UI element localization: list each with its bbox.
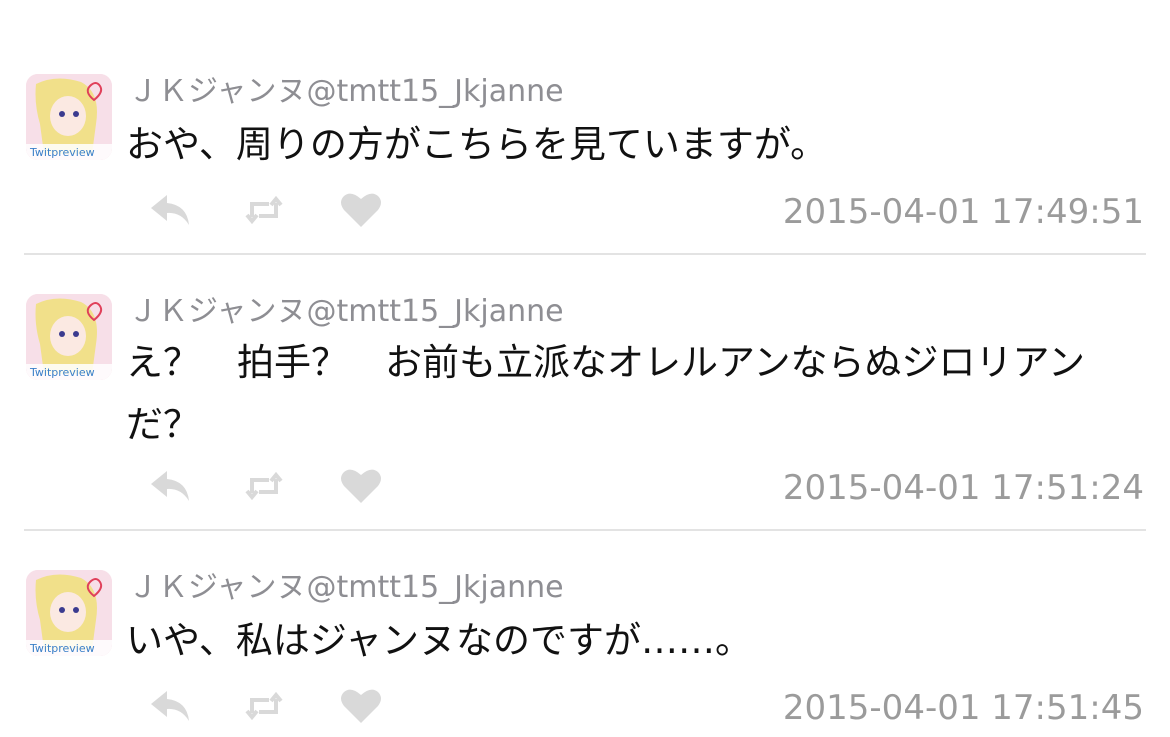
- tweet-author[interactable]: ＪＫジャンヌ@tmtt15_Jkjanne: [128, 562, 564, 606]
- display-name: ＪＫジャンヌ: [128, 294, 307, 329]
- user-handle: @tmtt15_Jkjanne: [306, 74, 564, 109]
- retweet-button[interactable]: [242, 684, 286, 728]
- avatar[interactable]: Twitpreview: [26, 570, 112, 656]
- avatar[interactable]: Twitpreview: [26, 74, 112, 160]
- retweet-button[interactable]: [242, 464, 286, 508]
- user-handle: @tmtt15_Jkjanne: [306, 294, 564, 329]
- reply-button[interactable]: [146, 684, 196, 728]
- display-name: ＪＫジャンヌ: [128, 74, 307, 109]
- divider: [24, 253, 1146, 255]
- tweet-actions: [146, 684, 406, 728]
- tweet-actions: [146, 188, 406, 232]
- tweet-author[interactable]: ＪＫジャンヌ@tmtt15_Jkjanne: [128, 286, 564, 330]
- like-button[interactable]: [336, 188, 386, 232]
- divider: [24, 529, 1146, 531]
- like-button[interactable]: [336, 684, 386, 728]
- like-button[interactable]: [336, 464, 386, 508]
- reply-button[interactable]: [146, 188, 196, 232]
- avatar-label: Twitpreview: [29, 146, 95, 159]
- heart-icon: [341, 689, 381, 723]
- retweet-icon: [245, 691, 283, 721]
- reply-icon: [151, 471, 189, 501]
- tweet-text: え？ 拍手？ お前も立派なオレルアンならぬジロリアンだ？: [126, 341, 1086, 446]
- retweet-icon: [245, 471, 283, 501]
- tweet-actions: [146, 464, 406, 508]
- reply-button[interactable]: [146, 464, 196, 508]
- heart-icon: [341, 469, 381, 503]
- timestamp: 2015-04-01 17:51:24: [782, 468, 1144, 508]
- reply-icon: [151, 691, 189, 721]
- tweet-author[interactable]: ＪＫジャンヌ@tmtt15_Jkjanne: [128, 66, 564, 110]
- timestamp: 2015-04-01 17:49:51: [782, 192, 1144, 232]
- reply-icon: [151, 195, 189, 225]
- tweet-text: おや、周りの方がこちらを見ていますが。: [126, 123, 828, 166]
- timestamp: 2015-04-01 17:51:45: [782, 688, 1144, 728]
- avatar-label: Twitpreview: [29, 642, 95, 655]
- tweet-text: いや、私はジャンヌなのですが……。: [126, 619, 753, 662]
- avatar-label: Twitpreview: [29, 366, 95, 379]
- retweet-icon: [245, 195, 283, 225]
- user-handle: @tmtt15_Jkjanne: [306, 570, 564, 605]
- display-name: ＪＫジャンヌ: [128, 570, 307, 605]
- avatar[interactable]: Twitpreview: [26, 294, 112, 380]
- retweet-button[interactable]: [242, 188, 286, 232]
- heart-icon: [341, 193, 381, 227]
